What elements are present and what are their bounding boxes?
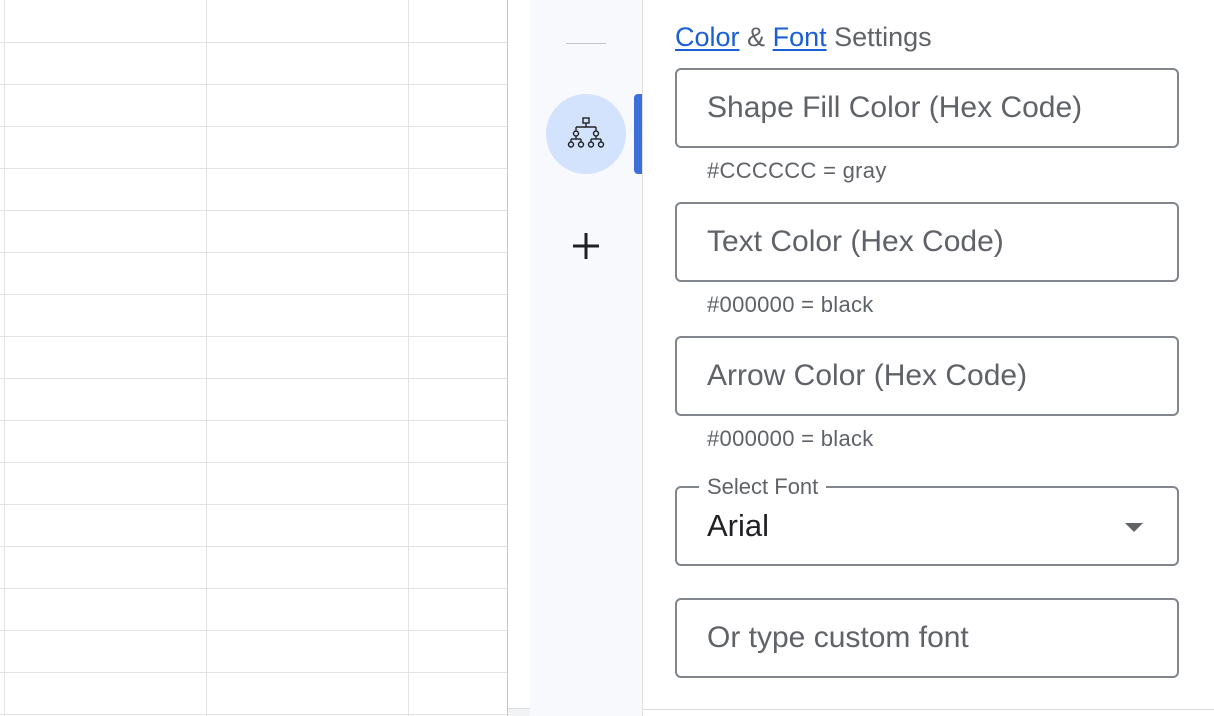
org-chart-addon-button[interactable] bbox=[546, 94, 626, 174]
section-heading: Color & Font Settings bbox=[675, 22, 932, 53]
grid-col-line bbox=[206, 0, 207, 716]
font-link[interactable]: Font bbox=[773, 22, 827, 52]
dropdown-arrow-icon bbox=[1125, 523, 1143, 532]
arrow-color-hint: #000000 = black bbox=[707, 426, 874, 451]
grid-row-line bbox=[0, 126, 508, 127]
grid-row-line bbox=[0, 336, 508, 337]
color-link[interactable]: Color bbox=[675, 22, 740, 52]
shape-fill-color-hint: #CCCCCC = gray bbox=[707, 158, 887, 183]
text-color-hint: #000000 = black bbox=[707, 292, 874, 317]
grid-row-line bbox=[0, 378, 508, 379]
font-select-value: Arial bbox=[707, 508, 770, 543]
arrow-color-input[interactable] bbox=[677, 338, 1177, 414]
grid-row-line bbox=[0, 504, 508, 505]
grid-row-line bbox=[0, 714, 508, 715]
grid-row-line bbox=[0, 210, 508, 211]
grid-row-line bbox=[0, 252, 508, 253]
horizontal-scrollbar[interactable] bbox=[508, 708, 530, 716]
grid-row-line bbox=[0, 420, 508, 421]
heading-suffix: Settings bbox=[834, 22, 932, 52]
custom-font-field[interactable] bbox=[675, 598, 1179, 678]
font-select-label: Select Font bbox=[699, 474, 827, 500]
grid-row-line bbox=[0, 630, 508, 631]
heading-ampersand: & bbox=[747, 22, 766, 52]
rail-divider bbox=[566, 43, 606, 44]
panel-footer-divider bbox=[643, 709, 1214, 710]
shape-fill-color-field[interactable] bbox=[675, 68, 1179, 148]
grid-row-line bbox=[0, 168, 508, 169]
font-select[interactable]: Select Font Arial bbox=[675, 474, 1179, 566]
active-tab-indicator bbox=[634, 94, 642, 174]
grid-row-line bbox=[0, 588, 508, 589]
app-window: Color & Font Settings #CCCCCC = gray #00… bbox=[0, 0, 1214, 716]
grid-col-line bbox=[4, 0, 5, 716]
grid-row-line bbox=[0, 546, 508, 547]
spreadsheet-grid[interactable] bbox=[0, 0, 508, 716]
arrow-color-field[interactable] bbox=[675, 336, 1179, 416]
side-panel-rail bbox=[530, 0, 642, 716]
grid-row-line bbox=[0, 672, 508, 673]
text-color-input[interactable] bbox=[677, 204, 1177, 280]
addon-settings-panel: Color & Font Settings #CCCCCC = gray #00… bbox=[642, 0, 1214, 716]
custom-font-input[interactable] bbox=[677, 600, 1177, 676]
grid-row-line bbox=[0, 462, 508, 463]
text-color-field[interactable] bbox=[675, 202, 1179, 282]
grid-row-line bbox=[0, 84, 508, 85]
grid-row-line bbox=[0, 294, 508, 295]
grid-row-line bbox=[0, 42, 508, 43]
plus-icon bbox=[573, 233, 599, 259]
grid-col-line bbox=[408, 0, 409, 716]
shape-fill-color-input[interactable] bbox=[677, 70, 1177, 146]
get-addons-button[interactable] bbox=[566, 226, 606, 266]
sheet-gutter bbox=[508, 0, 530, 716]
org-chart-icon bbox=[567, 117, 605, 148]
